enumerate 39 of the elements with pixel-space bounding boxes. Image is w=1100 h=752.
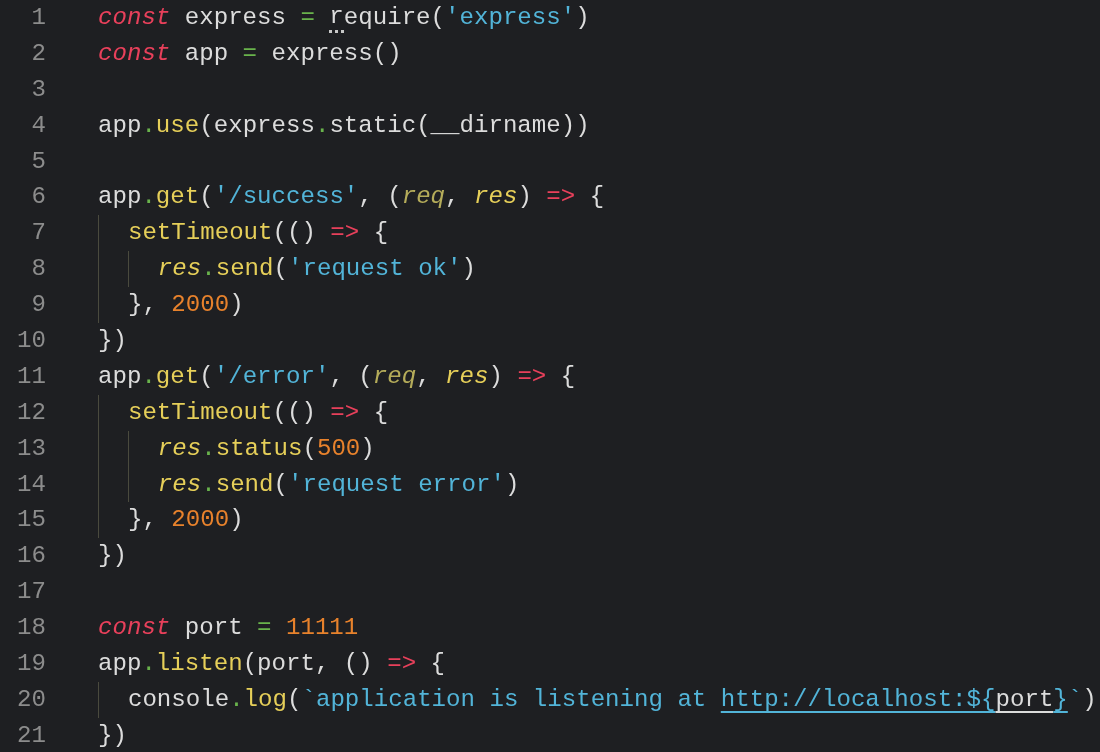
code-line: setTimeout(() => { xyxy=(98,215,389,252)
code-line: app.get('/error', (req, res) => { xyxy=(98,361,576,392)
line-number: 15 xyxy=(16,505,46,536)
line-number: 5 xyxy=(30,146,46,177)
line-number: 2 xyxy=(30,38,46,69)
line-number: 7 xyxy=(30,218,46,249)
code-line: }) xyxy=(98,541,127,572)
code-line: res.send('request error') xyxy=(98,466,520,503)
code-line: const app = express() xyxy=(98,38,402,69)
line-number: 8 xyxy=(30,254,46,285)
code-line: }) xyxy=(98,326,127,356)
line-number: 4 xyxy=(30,110,46,141)
code-line: app.use(express.static(__dirname)) xyxy=(98,110,590,141)
line-number: 6 xyxy=(30,182,46,213)
code-line: app.get('/success', (req, res) => { xyxy=(98,182,605,213)
line-number: 3 xyxy=(30,74,46,105)
line-number: 17 xyxy=(16,577,46,608)
code-line: }, 2000) xyxy=(98,502,244,539)
code-line: app.listen(port, () => { xyxy=(98,649,446,680)
code-line: res.status(500) xyxy=(98,430,375,467)
line-number: 13 xyxy=(16,433,46,464)
code-line: const express = require('express') xyxy=(98,2,590,35)
code-line: setTimeout(() => { xyxy=(98,394,389,431)
line-number: 10 xyxy=(16,326,46,356)
line-number: 20 xyxy=(16,684,46,715)
line-number: 18 xyxy=(16,613,46,644)
line-number: 12 xyxy=(16,397,46,428)
code-line: const port = 11111 xyxy=(98,613,359,644)
line-number: 19 xyxy=(16,649,46,680)
line-number: 14 xyxy=(16,469,46,500)
code-line: res.send('request ok') xyxy=(98,251,476,288)
code-line: }, 2000) xyxy=(98,287,244,323)
line-number: 11 xyxy=(16,361,46,392)
line-number: 21 xyxy=(16,720,46,751)
line-number: 1 xyxy=(30,3,46,33)
code-line: console.log(`application is listening at http://localhost:${port}`) xyxy=(98,681,1097,718)
line-number: 16 xyxy=(16,541,46,572)
code-line: }) xyxy=(98,720,127,751)
line-number: 9 xyxy=(30,290,46,321)
